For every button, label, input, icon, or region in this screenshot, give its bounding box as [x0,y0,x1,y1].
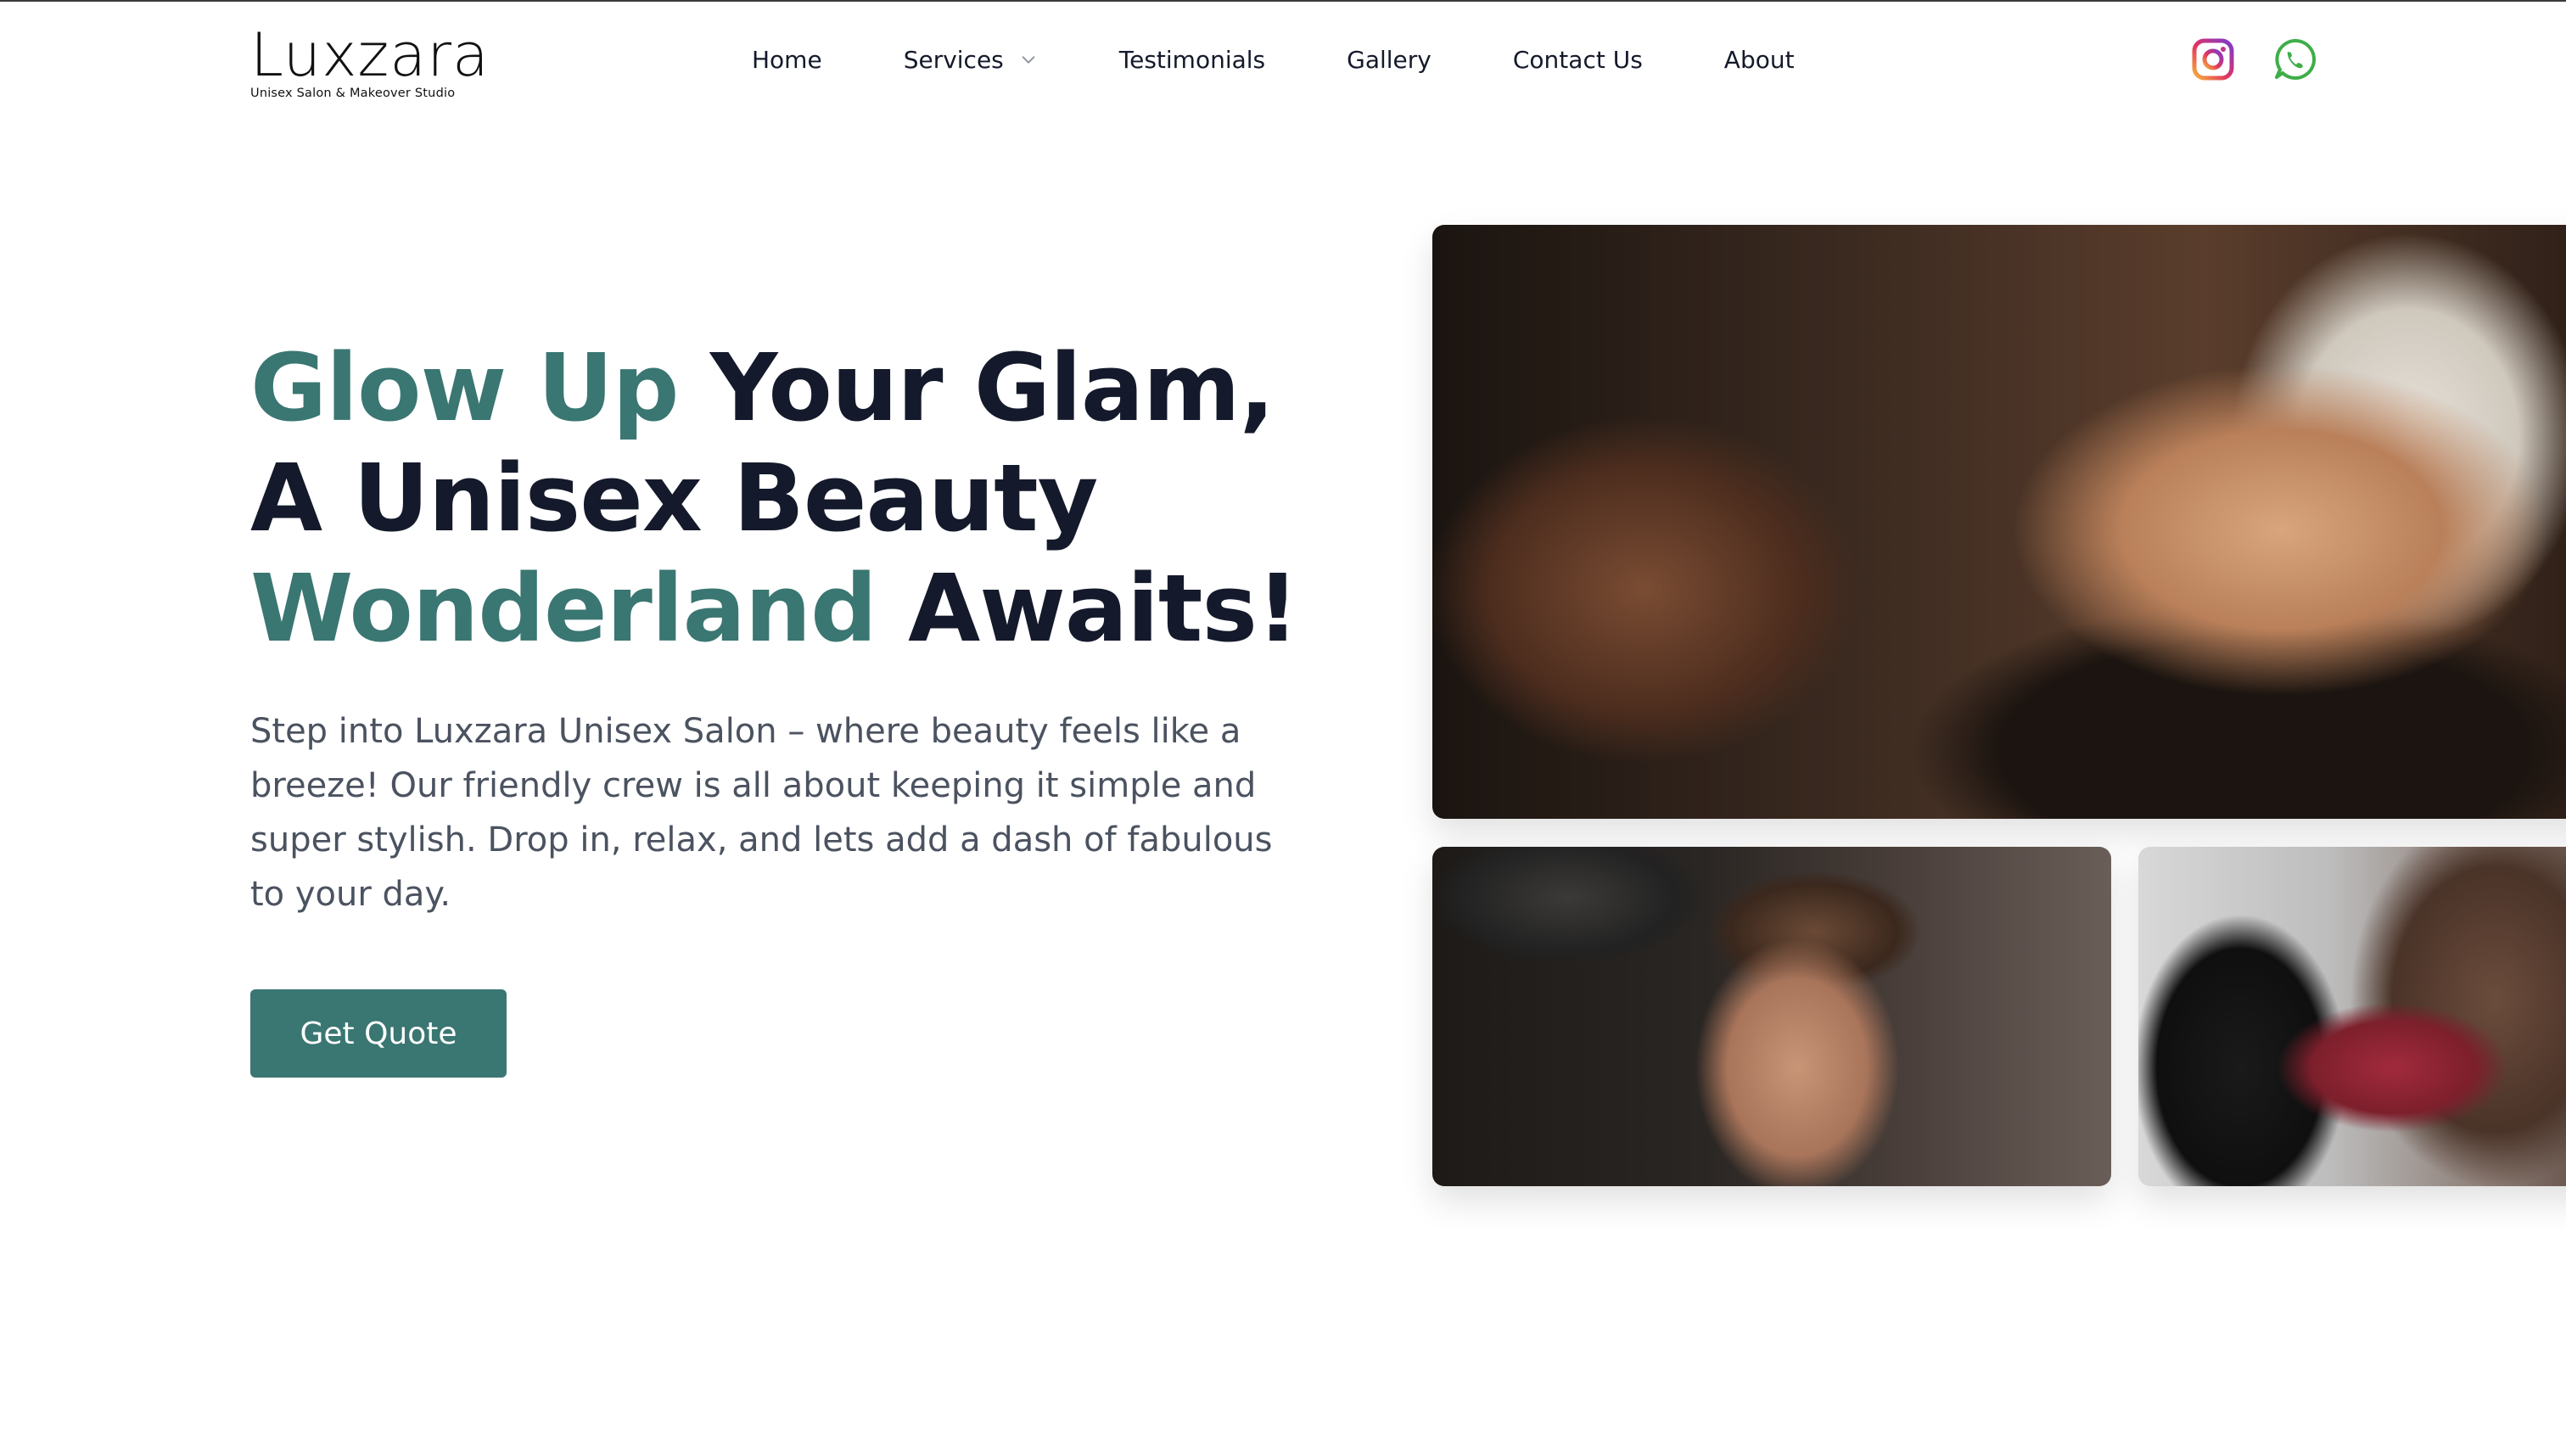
nav-services-label: Services [903,45,1004,74]
nav-contact-us[interactable]: Contact Us [1513,46,1643,74]
instagram-icon[interactable] [2191,37,2235,81]
headline-line-2: A Unisex Beauty [250,444,1098,552]
hero-image-makeup [1432,225,2566,819]
headline-line-1: Glow Up Your Glam, [250,333,1353,443]
hero-description: Step into Luxzara Unisex Salon – where b… [250,712,1273,914]
get-quote-button[interactable]: Get Quote [250,989,507,1078]
chevron-down-icon [1022,56,1035,64]
headline-line-3: Wonderland Awaits! [250,553,1353,664]
headline-rest-1: Your Glam, [678,333,1275,442]
nav-about[interactable]: About [1724,46,1795,74]
logo-tagline: Unisex Salon & Makeover Studio [250,87,456,100]
headline-rest-3: Awaits! [876,554,1299,663]
logo[interactable]: Luxzara Unisex Salon & Makeover Studio [250,20,490,100]
nav-gallery[interactable]: Gallery [1347,46,1431,74]
nav-services[interactable]: Services [904,46,1038,74]
hero-image-hair-straightening [2138,847,2566,1186]
headline-accent-1: Glow Up [250,333,680,442]
headline-accent-3: Wonderland [250,554,877,663]
hero-image-hair-drying [1432,847,2111,1186]
logo-wordmark: Luxzara [250,20,490,90]
nav-testimonials[interactable]: Testimonials [1119,46,1265,74]
nav-home[interactable]: Home [752,46,822,74]
whatsapp-icon[interactable] [2272,37,2317,81]
site-header: Luxzara Unisex Salon & Makeover Studio H… [0,2,2566,117]
hero-headline: Glow Up Your Glam, A Unisex Beauty Wonde… [250,333,1353,664]
main-nav: Home Services Testimonials Gallery Conta… [752,42,1795,76]
